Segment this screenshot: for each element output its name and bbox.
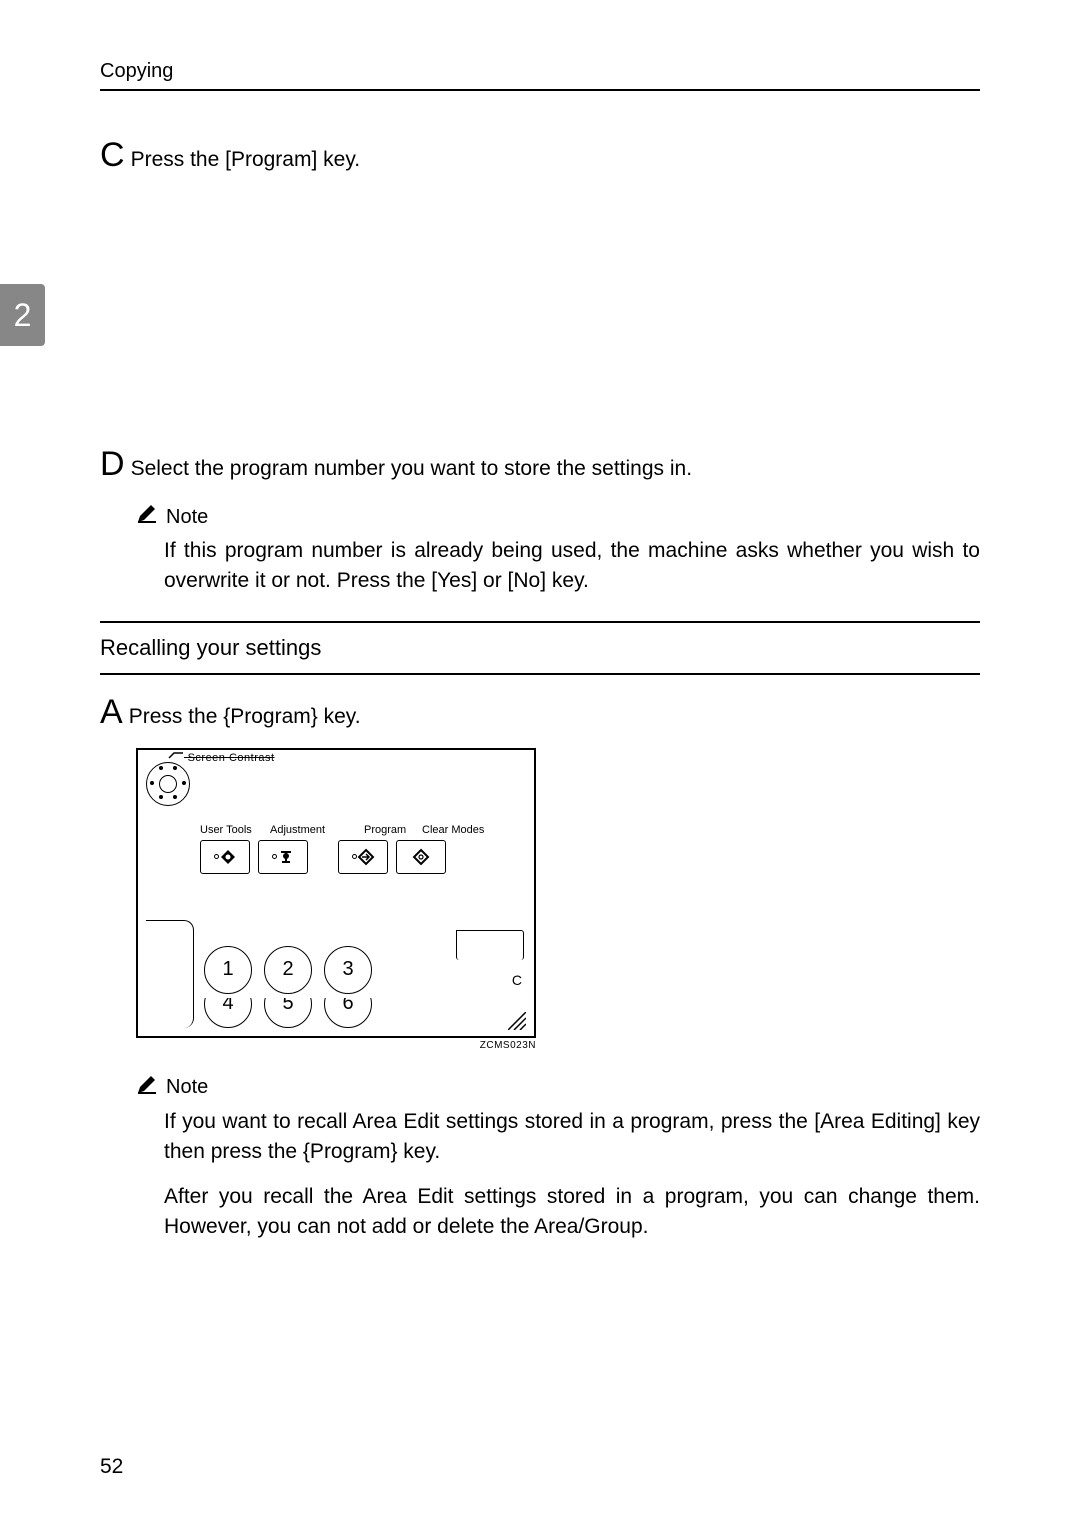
note-a-label-row: Note bbox=[136, 1075, 980, 1101]
diamond-outline-icon bbox=[412, 848, 430, 866]
figure-id: ZCMS023N bbox=[136, 1040, 536, 1051]
step-letter-c: C bbox=[100, 136, 125, 175]
step-a: A Press the {Program} key. bbox=[100, 693, 980, 732]
page-number: 52 bbox=[100, 1455, 123, 1479]
control-button-row bbox=[200, 840, 446, 874]
contrast-dial bbox=[146, 754, 196, 814]
diamond-icon bbox=[219, 848, 237, 866]
panel-side-slice bbox=[146, 920, 194, 1028]
manual-page: Copying C Press the [Program] key. D Sel… bbox=[0, 0, 1080, 1529]
step-d-text: Select the program number you want to st… bbox=[131, 457, 692, 481]
label-user-tools: User Tools bbox=[200, 824, 260, 836]
keypad-3[interactable]: 3 bbox=[324, 946, 372, 994]
label-adjustment: Adjustment bbox=[270, 824, 330, 836]
user-tools-button[interactable] bbox=[200, 840, 250, 874]
step-letter-a: A bbox=[100, 693, 123, 732]
keypad-row-1: 1 2 3 bbox=[204, 946, 384, 996]
note-a-text2: After you recall the Area Edit settings … bbox=[164, 1182, 980, 1243]
adjustment-icon bbox=[277, 848, 295, 866]
chapter-header: Copying bbox=[100, 60, 980, 91]
note-d-text: If this program number is already being … bbox=[164, 536, 980, 597]
note-a-text1: If you want to recall Area Edit settings… bbox=[164, 1107, 980, 1168]
keypad-6[interactable]: 6 bbox=[324, 998, 372, 1028]
diamond-arrow-icon bbox=[357, 848, 375, 866]
step-d: D Select the program number you want to … bbox=[100, 445, 980, 484]
keypad-row-2: 4 5 6 bbox=[204, 998, 384, 1028]
small-panel-rect bbox=[456, 930, 524, 960]
note-a-label: Note bbox=[166, 1076, 208, 1099]
keypad-1[interactable]: 1 bbox=[204, 946, 252, 994]
step-letter-d: D bbox=[100, 445, 125, 484]
step-a-text: Press the {Program} key. bbox=[129, 705, 361, 729]
clear-modes-button[interactable] bbox=[396, 840, 446, 874]
keypad-4[interactable]: 4 bbox=[204, 998, 252, 1028]
keypad-5[interactable]: 5 bbox=[264, 998, 312, 1028]
label-program: Program bbox=[364, 824, 412, 836]
step-c: C Press the [Program] key. bbox=[100, 136, 980, 175]
subheading-recalling: Recalling your settings bbox=[100, 623, 980, 673]
control-panel-figure: Screen Contrast User Tools Adjustment bbox=[136, 748, 980, 1051]
label-clear-modes: Clear Modes bbox=[422, 824, 490, 836]
control-panel-box: Screen Contrast User Tools Adjustment bbox=[136, 748, 536, 1038]
chapter-title: Copying bbox=[100, 60, 173, 82]
note-a: Note If you want to recall Area Edit set… bbox=[136, 1075, 980, 1243]
recalling-heading-wrap: Recalling your settings bbox=[100, 621, 980, 675]
note-d-label: Note bbox=[166, 506, 208, 529]
note-d-label-row: Note bbox=[136, 504, 980, 530]
note-d: Note If this program number is already b… bbox=[136, 504, 980, 597]
step-c-text: Press the [Program] key. bbox=[131, 148, 361, 172]
pencil-icon bbox=[136, 504, 158, 530]
panel-c-label: C bbox=[512, 972, 522, 988]
hatch-corner-icon bbox=[508, 1012, 526, 1030]
pencil-icon bbox=[136, 1075, 158, 1101]
adjustment-button[interactable] bbox=[258, 840, 308, 874]
program-button[interactable] bbox=[338, 840, 388, 874]
button-labels-row: User Tools Adjustment Program Clear Mode… bbox=[200, 824, 500, 836]
keypad-2[interactable]: 2 bbox=[264, 946, 312, 994]
